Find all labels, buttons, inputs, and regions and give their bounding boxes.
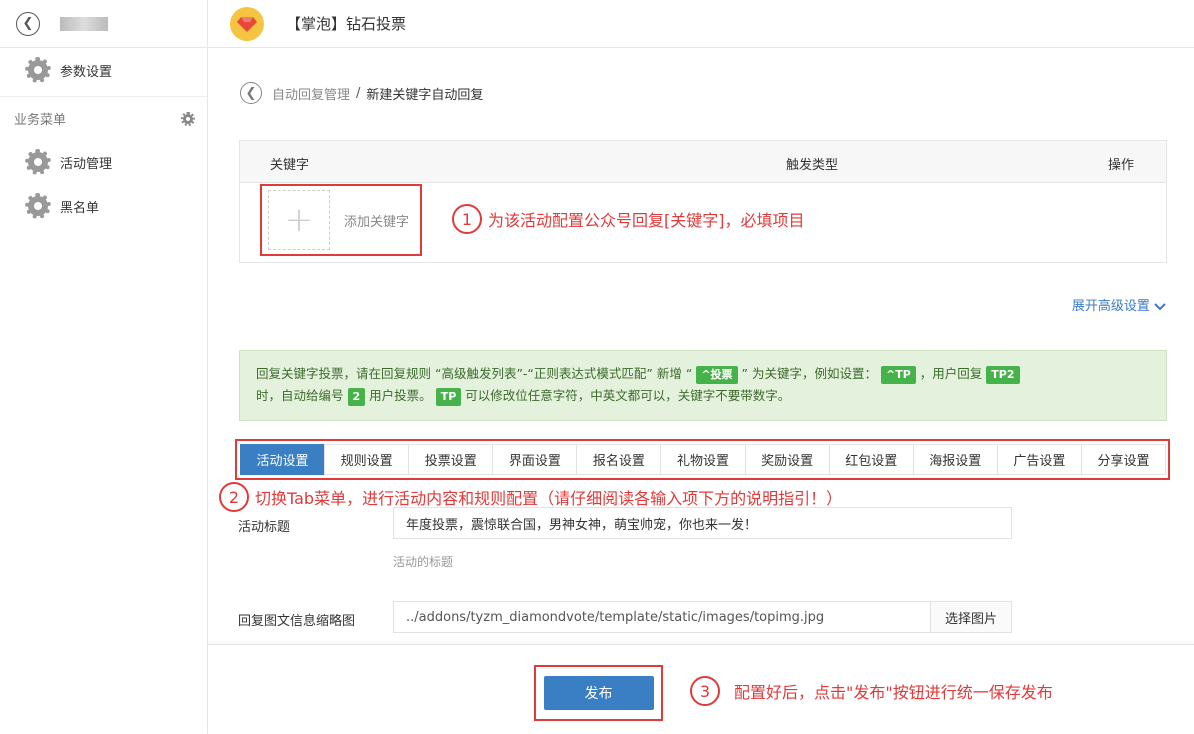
breadcrumb: ❮ 自动回复管理 / 新建关键字自动回复 [240,82,483,104]
sidebar-item-label: 参数设置 [60,64,113,80]
tab-signup-settings[interactable]: 报名设置 [576,444,662,475]
tip-tag: 2 [347,388,366,406]
breadcrumb-current: 新建关键字自动回复 [366,87,484,103]
main-content: ❮ 自动回复管理 / 新建关键字自动回复 关键字 触发类型 操作 + 添加关键字… [208,48,1194,734]
gear-icon [25,149,51,175]
sidebar: ❮ 参数设置 业务菜单 活动管理 黑名单 [0,0,208,734]
publish-highlight: 发布 [534,665,663,721]
tip-text: 回复关键字投票，请在回复规则 “高级触发列表”-“正则表达式模式匹配” 新增 “ [256,366,693,381]
tip-text: 用户投票。 [369,388,432,403]
annotation-number: 2 [219,482,249,512]
tab-reward-settings[interactable]: 奖励设置 [744,444,830,475]
gear-icon [25,193,51,219]
gear-icon [25,57,51,83]
tab-redpacket-settings[interactable]: 红包设置 [828,444,914,475]
annotation-text: 配置好后，点击"发布"按钮进行统一保存发布 [734,683,1053,702]
annotation-text: 切换Tab菜单，进行活动内容和规则配置（请仔细阅读各输入项下方的说明指引！） [255,489,843,508]
keyword-vote-tip: 回复关键字投票，请在回复规则 “高级触发列表”-“正则表达式模式匹配” 新增 “… [239,350,1167,421]
expand-label: 展开高级设置 [1071,299,1150,314]
tab-vote-settings[interactable]: 投票设置 [408,444,494,475]
tip-text: ” 为关键字，例如设置： [741,366,877,381]
breadcrumb-parent-link[interactable]: 自动回复管理 [272,84,350,103]
thumbnail-label: 回复图文信息缩略图 [238,614,356,629]
tab-ad-settings[interactable]: 广告设置 [996,444,1082,475]
activity-title-help: 活动的标题 [393,555,454,569]
diamond-logo-icon [230,6,264,41]
column-header-actions: 操作 [1108,158,1135,173]
activity-title-label: 活动标题 [238,520,291,535]
tip-text: 可以修改位任意字符，中英文都可以，关键字不要带数字。 [465,388,791,403]
plus-icon: + [268,190,330,250]
chevron-down-icon [1154,303,1166,311]
keyword-table-header: 关键字 触发类型 操作 [240,141,1166,183]
sidebar-item-blacklist[interactable]: 黑名单 [0,184,207,228]
back-icon[interactable]: ❮ [16,11,40,36]
tab-share-settings[interactable]: 分享设置 [1080,444,1167,475]
tip-tag: ^TP [880,366,916,384]
activity-title-input[interactable]: 年度投票，震惊联合国，男神女神，萌宝帅宠，你也来一发！ [393,507,1012,539]
settings-tabs-highlight: 活动设置 规则设置 投票设置 界面设置 报名设置 礼物设置 奖励设置 红包设置 … [235,439,1170,480]
publish-button[interactable]: 发布 [543,676,654,710]
tip-tag: TP [435,388,462,406]
tip-tag: ^投票 [696,366,738,384]
app-header: 【掌泡】钻石投票 [208,0,1194,48]
thumbnail-path-input[interactable]: ../addons/tyzm_diamondvote/template/stat… [393,601,931,633]
sidebar-item-params[interactable]: 参数设置 [0,48,207,92]
back-icon[interactable]: ❮ [240,82,262,104]
sidebar-section-title: 业务菜单 [14,113,67,128]
select-image-button[interactable]: 选择图片 [930,601,1012,633]
tab-interface-settings[interactable]: 界面设置 [492,444,578,475]
tip-text: 时，自动给编号 [256,388,344,403]
annotation-3: 3 配置好后，点击"发布"按钮进行统一保存发布 [690,676,1053,706]
tab-activity-settings[interactable]: 活动设置 [240,444,326,475]
tip-tag: TP2 [986,366,1020,384]
sidebar-header: ❮ [0,0,207,48]
add-keyword-label: 添加关键字 [344,214,410,230]
tip-text: ，用户回复 [919,366,983,381]
sidebar-item-label: 活动管理 [60,156,113,172]
sidebar-section-business: 业务菜单 [0,96,207,140]
breadcrumb-separator: / [356,85,361,101]
annotation-1: 1 为该活动配置公众号回复[关键字]，必填项目 [452,204,805,234]
sidebar-item-label: 黑名单 [60,200,100,216]
settings-tabs: 活动设置 规则设置 投票设置 界面设置 报名设置 礼物设置 奖励设置 红包设置 … [240,444,1167,475]
column-header-keyword: 关键字 [270,158,310,173]
annotation-text: 为该活动配置公众号回复[关键字]，必填项目 [488,211,805,230]
annotation-number: 1 [452,204,482,234]
gear-icon[interactable] [181,111,195,126]
tab-poster-settings[interactable]: 海报设置 [912,444,998,475]
tab-rule-settings[interactable]: 规则设置 [324,444,410,475]
app-title: 【掌泡】钻石投票 [286,15,407,33]
add-keyword-button[interactable]: + 添加关键字 [260,184,422,256]
footer-bar: 发布 3 配置好后，点击"发布"按钮进行统一保存发布 [208,644,1194,734]
column-header-trigger-type: 触发类型 [786,158,839,173]
sidebar-item-activity[interactable]: 活动管理 [0,140,207,184]
account-name-blurred [60,16,108,31]
expand-advanced-settings-link[interactable]: 展开高级设置 [1072,295,1166,314]
annotation-number: 3 [690,676,720,706]
tab-gift-settings[interactable]: 礼物设置 [660,444,746,475]
